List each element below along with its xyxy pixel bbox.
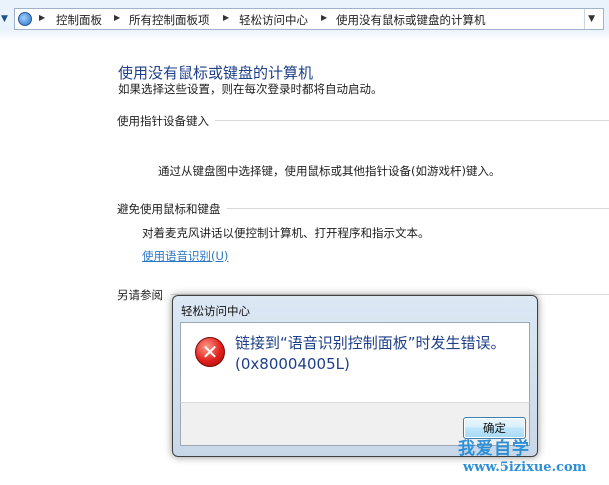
error-icon: ✕ bbox=[195, 337, 225, 367]
section-heading-see-also: 另请参阅 bbox=[117, 288, 163, 302]
watermark-url: www.5izixue.com bbox=[463, 460, 587, 475]
speech-recognition-link[interactable]: 使用语音识别(U) bbox=[142, 248, 228, 264]
section-divider bbox=[227, 208, 609, 209]
header-gradient bbox=[0, 30, 609, 40]
chevron-right-icon[interactable]: ▶ bbox=[223, 13, 229, 22]
chevron-right-icon[interactable]: ▶ bbox=[114, 13, 120, 22]
dialog-title: 轻松访问中心 bbox=[181, 304, 250, 318]
section-divider bbox=[215, 120, 609, 121]
chevron-right-icon[interactable]: ▶ bbox=[39, 13, 45, 22]
chevron-right-icon[interactable]: ▶ bbox=[321, 13, 327, 22]
breadcrumb-ease-of-access[interactable]: 轻松访问中心 bbox=[239, 12, 308, 28]
control-panel-icon bbox=[18, 12, 32, 26]
watermark-logo: 我爱自学 bbox=[458, 439, 530, 459]
breadcrumb-control-panel[interactable]: 控制面板 bbox=[56, 12, 102, 28]
error-dialog: 轻松访问中心 ✕ 链接到“语音识别控制面板”时发生错误。(0x80004005L… bbox=[172, 295, 538, 457]
speech-description: 对着麦克风讲话以便控制计算机、打开程序和指示文本。 bbox=[142, 226, 430, 240]
page-subtitle: 如果选择这些设置，则在每次登录时都将自动启动。 bbox=[118, 82, 383, 96]
address-bar[interactable]: ▶ 控制面板 ▶ 所有控制面板项 ▶ 轻松访问中心 ▶ 使用没有鼠标或键盘的计算… bbox=[14, 8, 604, 30]
breadcrumb-current-page[interactable]: 使用没有鼠标或键盘的计算机 bbox=[336, 12, 486, 28]
address-dropdown-icon[interactable]: ▼ bbox=[588, 14, 595, 24]
breadcrumb-all-items[interactable]: 所有控制面板项 bbox=[129, 12, 210, 28]
onscreen-keyboard-option[interactable]: 通过从键盘图中选择键，使用鼠标或其他指针设备(如游戏杆)键入。 bbox=[158, 163, 500, 179]
section-heading-pointer-typing: 使用指针设备键入 bbox=[117, 114, 209, 128]
nav-dropdown-icon[interactable]: ▼ bbox=[1, 14, 11, 24]
section-heading-avoid-mouse-keyboard: 避免使用鼠标和键盘 bbox=[117, 202, 221, 216]
address-divider bbox=[584, 9, 585, 29]
page-title: 使用没有鼠标或键盘的计算机 bbox=[118, 64, 314, 82]
error-message: 链接到“语音识别控制面板”时发生错误。(0x80004005L) bbox=[235, 334, 506, 373]
dialog-message-area: ✕ 链接到“语音识别控制面板”时发生错误。(0x80004005L) bbox=[180, 322, 530, 402]
